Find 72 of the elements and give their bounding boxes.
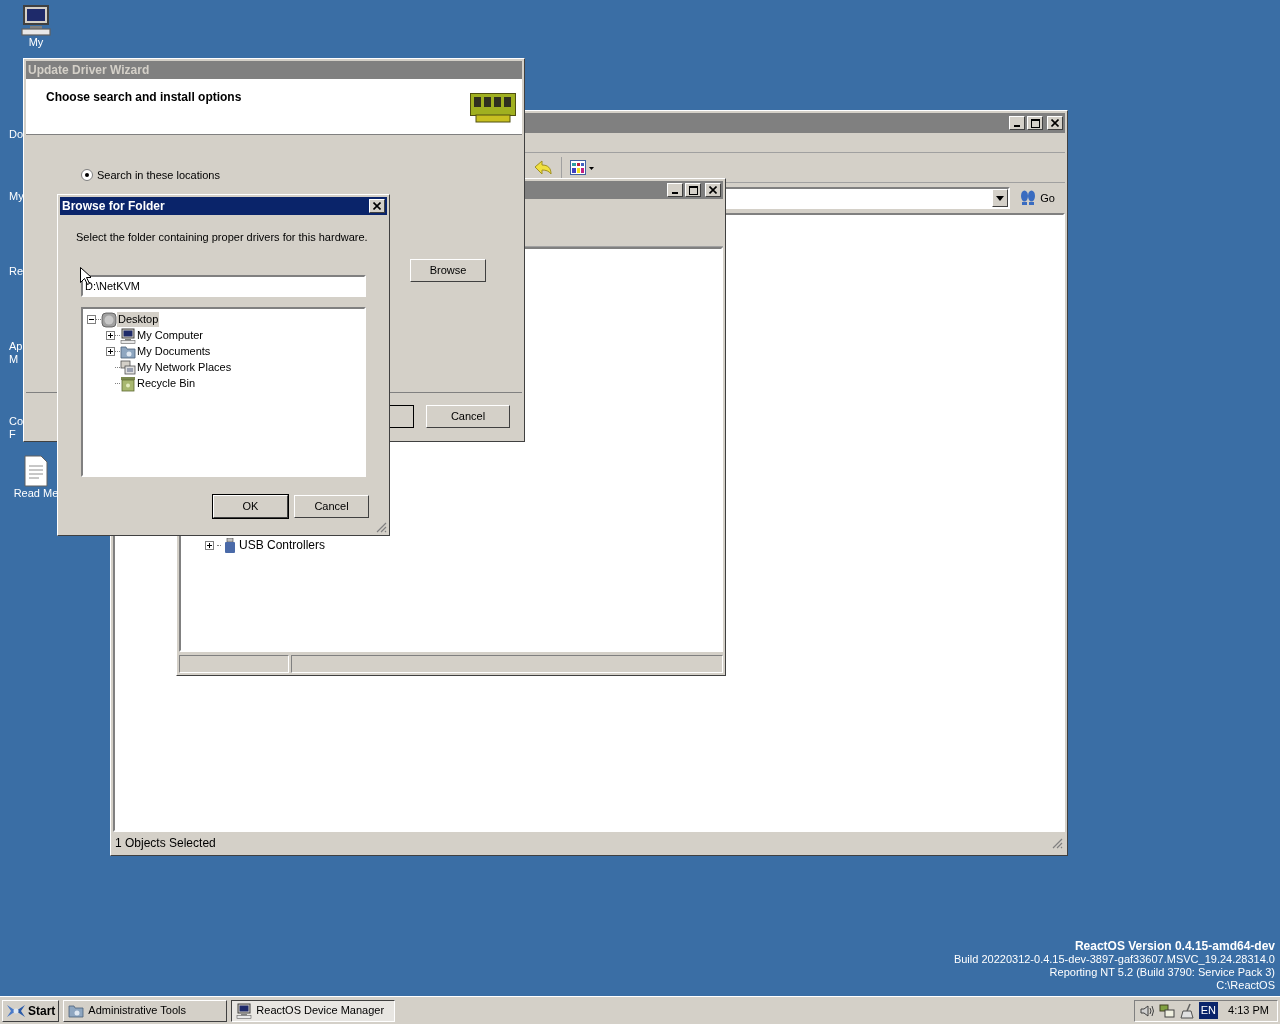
close-icon — [709, 186, 717, 194]
desktop-icon-label[interactable]: Read Me — [13, 487, 59, 500]
radio-label: Search in these locations — [97, 168, 220, 183]
maximize-button[interactable] — [685, 183, 701, 197]
broom-icon[interactable] — [1178, 1002, 1195, 1019]
tree-item[interactable]: My Network Places — [136, 360, 233, 375]
close-button[interactable] — [369, 199, 385, 213]
close-icon — [1051, 119, 1059, 127]
usb-icon — [224, 537, 236, 553]
tree-item[interactable]: Desktop — [117, 312, 160, 327]
close-icon — [373, 202, 381, 210]
resize-grip-icon[interactable] — [375, 521, 387, 533]
radio-button[interactable] — [81, 169, 93, 182]
desktop-icon — [101, 311, 117, 328]
chip-icon — [470, 93, 516, 123]
tree-item[interactable]: USB Controllers — [239, 536, 326, 554]
collapse-icon[interactable] — [87, 315, 96, 324]
resize-grip-icon[interactable] — [1051, 836, 1063, 849]
desktop-icon-label[interactable]: Do — [9, 128, 24, 141]
version-line: Build 20220312-0.4.15-dev-3897-gaf33607.MSVC_19.24.28314.0 — [953, 953, 1275, 966]
folder-icon — [120, 343, 136, 360]
expand-icon[interactable] — [106, 347, 115, 356]
dialog-prompt: Select the folder containing proper drivers for this hardware. — [76, 230, 369, 245]
document-icon — [22, 455, 50, 487]
window-title: Update Driver Wizard — [28, 62, 150, 79]
computer-icon — [20, 4, 52, 36]
logo-icon — [6, 1002, 26, 1019]
maximize-icon — [688, 185, 698, 195]
dropdown-arrow-icon — [996, 195, 1005, 201]
footsteps-icon — [1020, 190, 1037, 206]
views-icon[interactable] — [570, 159, 596, 176]
wizard-heading: Choose search and install options — [46, 89, 242, 106]
maximize-button[interactable] — [1027, 116, 1043, 130]
start-button[interactable]: Start — [2, 999, 60, 1022]
tree-item[interactable]: My Computer — [136, 328, 205, 343]
window-title: Browse for Folder — [62, 198, 165, 215]
version-line: C:\ReactOS — [1216, 979, 1275, 992]
tree-item[interactable]: My Documents — [136, 344, 212, 359]
ok-button[interactable]: OK — [213, 494, 288, 518]
desktop-icon-label[interactable]: Co — [9, 415, 24, 428]
speaker-icon[interactable] — [1138, 1002, 1155, 1019]
go-button[interactable]: Go — [1018, 187, 1057, 209]
maximize-icon — [1030, 118, 1040, 128]
taskbar-button[interactable]: ReactOS Device Manager — [231, 999, 396, 1022]
folder-path-field[interactable]: D:\NetKVM — [81, 274, 366, 297]
network-icon — [120, 359, 136, 376]
close-button[interactable] — [705, 183, 721, 197]
minimize-button[interactable] — [667, 183, 683, 197]
taskbar-button[interactable]: Administrative Tools — [63, 999, 228, 1022]
desktop-icon-label[interactable]: Ap — [9, 340, 23, 353]
desktop-icon-label[interactable]: Re — [9, 265, 24, 278]
close-button[interactable] — [1047, 116, 1063, 130]
version-line: Reporting NT 5.2 (Build 3790: Service Pack 3) — [1049, 966, 1275, 979]
cancel-button[interactable]: Cancel — [426, 404, 510, 428]
tree-item[interactable]: Recycle Bin — [136, 376, 197, 391]
clock: 4:13 PM — [1228, 1003, 1269, 1019]
version-heading: ReactOS Version 0.4.15-amd64-dev — [1074, 940, 1275, 953]
status-text: 1 Objects Selected — [115, 834, 216, 852]
expand-icon[interactable] — [205, 540, 214, 550]
browse-button[interactable]: Browse — [410, 259, 486, 282]
cancel-button[interactable]: Cancel — [294, 494, 369, 518]
computer-icon — [236, 1002, 253, 1019]
desktop-icon-label[interactable]: M — [9, 353, 19, 366]
desktop-icon-label[interactable]: My — [28, 36, 44, 49]
expand-icon[interactable] — [106, 331, 115, 340]
minimize-button[interactable] — [1009, 116, 1025, 130]
desktop-icon-label[interactable]: F — [9, 428, 16, 441]
folder-icon — [68, 1002, 85, 1019]
network-icon[interactable] — [1158, 1002, 1175, 1019]
language-indicator[interactable]: EN — [1198, 1002, 1219, 1019]
recycle-bin-icon — [120, 375, 136, 392]
desktop-icon-label[interactable]: My — [9, 190, 24, 203]
